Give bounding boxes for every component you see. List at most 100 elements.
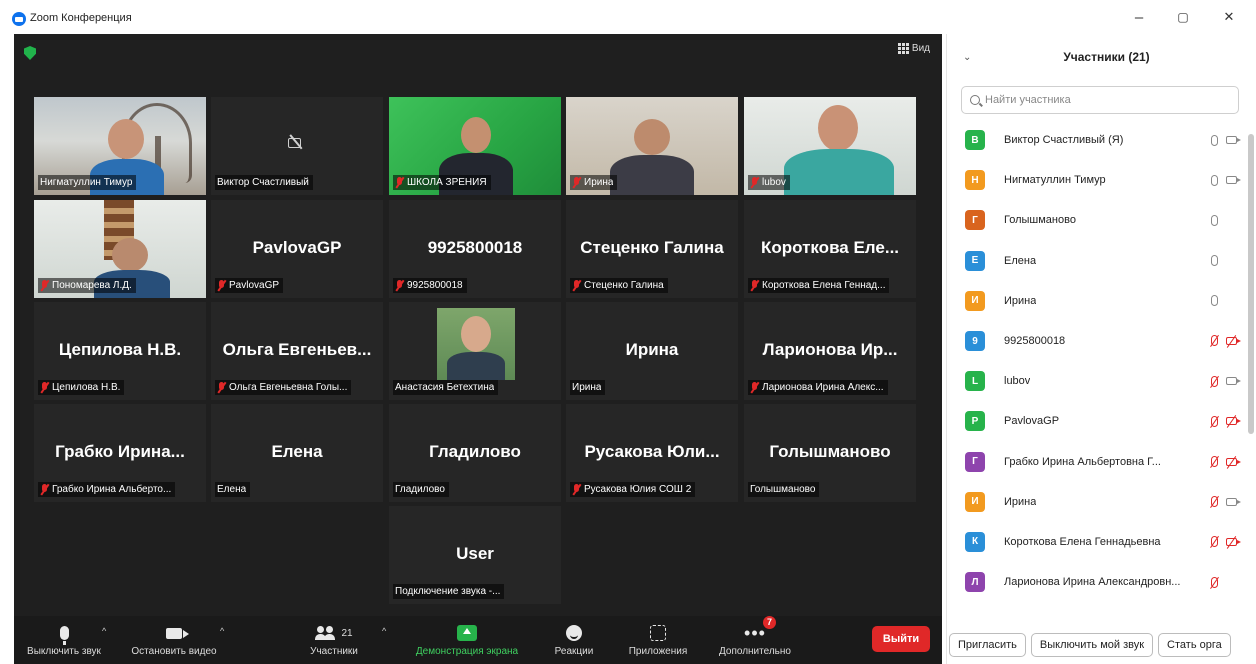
participant-row[interactable]: Llubov	[947, 361, 1247, 401]
participant-name: Ирина	[1004, 495, 1037, 508]
tile-name-label: Ларионова Ирина Алекс...	[748, 380, 888, 395]
video-options-caret[interactable]: ^	[220, 626, 224, 636]
avatar: Л	[965, 572, 985, 593]
avatar: И	[965, 290, 985, 311]
camera-off-icon	[1226, 417, 1241, 426]
participant-status-icons	[1211, 200, 1241, 240]
share-screen-button[interactable]: Демонстрация экрана	[404, 616, 530, 664]
video-tile[interactable]: Короткова Еле... Короткова Елена Геннад..…	[744, 200, 916, 298]
tile-label-text: Анастасия Бетехтина	[395, 382, 495, 393]
video-tile[interactable]: Нигматуллин Тимур	[34, 97, 206, 195]
close-button[interactable]: ✕	[1214, 6, 1244, 28]
participants-button[interactable]: 21 Участники	[300, 616, 368, 664]
video-tile[interactable]: Стеценко Галина Стеценко Галина	[566, 200, 738, 298]
muted-mic-icon	[217, 382, 226, 393]
apps-button[interactable]: Приложения	[618, 616, 698, 664]
participant-row[interactable]: И Ирина	[947, 482, 1247, 522]
participant-row[interactable]: 9 9925800018	[947, 321, 1247, 361]
tile-label-text: Пономарева Л.Д.	[52, 280, 132, 291]
video-tile[interactable]: Ирина	[566, 97, 738, 195]
participant-row[interactable]: К Короткова Елена Геннадьевна	[947, 522, 1247, 562]
participant-row[interactable]: В Виктор Счастливый (Я)	[947, 120, 1247, 160]
muted-mic-icon	[40, 484, 49, 495]
security-shield-icon[interactable]	[24, 46, 36, 60]
camera-off-icon	[1226, 336, 1241, 345]
video-tile[interactable]: Виктор Счастливый	[211, 97, 383, 195]
video-tile[interactable]: Цепилова Н.В. Цепилова Н.В.	[34, 302, 206, 400]
participants-options-caret[interactable]: ^	[382, 626, 386, 636]
more-button[interactable]: ••• 7 Дополнительно	[706, 616, 804, 664]
tile-center-name: Цепилова Н.В.	[58, 340, 182, 359]
scrollbar-thumb[interactable]	[1248, 134, 1254, 434]
muted-mic-icon	[750, 177, 759, 188]
tile-label-text: Цепилова Н.В.	[52, 382, 121, 393]
tile-label-text: Короткова Елена Геннад...	[762, 280, 886, 291]
mute-me-button[interactable]: Выключить мой звук	[1030, 633, 1154, 657]
video-tile[interactable]: Ларионова Ир... Ларионова Ирина Алекс...	[744, 302, 916, 400]
search-input[interactable]	[985, 94, 1225, 106]
participant-row[interactable]: Г Грабко Ирина Альбертовна Г...	[947, 442, 1247, 482]
tile-center-name: Короткова Еле...	[760, 238, 900, 257]
participant-row[interactable]: Е Елена	[947, 241, 1247, 281]
mic-muted-icon	[1211, 335, 1218, 347]
video-tile[interactable]: Ольга Евгеньев... Ольга Евгеньевна Голы..…	[211, 302, 383, 400]
mute-button[interactable]: Выключить звук	[18, 616, 110, 664]
video-tile[interactable]: ШКОЛА ЗРЕНИЯ	[389, 97, 561, 195]
video-tile[interactable]: User Подключение звука -...	[389, 506, 561, 604]
tile-name-label: Подключение звука -...	[393, 584, 505, 599]
avatar: 9	[965, 331, 985, 352]
muted-mic-icon	[217, 280, 226, 291]
video-tile[interactable]: Грабко Ирина... Грабко Ирина Альберто...	[34, 404, 206, 502]
camera-off-icon	[1226, 537, 1241, 546]
restore-button[interactable]: ▢	[1168, 6, 1198, 28]
more-dots-icon: •••	[744, 623, 766, 643]
tile-name-label: Стеценко Галина	[570, 278, 668, 293]
tile-label-text: lubov	[762, 177, 786, 188]
video-tile[interactable]: Пономарева Л.Д.	[34, 200, 206, 298]
video-tile[interactable]: Анастасия Бетехтина	[389, 302, 561, 400]
video-tile[interactable]: lubov	[744, 97, 916, 195]
leave-button[interactable]: Выйти	[872, 626, 930, 652]
video-tile[interactable]: Голышманово Голышманово	[744, 404, 916, 502]
participant-row[interactable]: Г Голышманово	[947, 200, 1247, 240]
tile-name-label: PavlovaGP	[215, 278, 284, 293]
stop-video-button[interactable]: Остановить видео	[122, 616, 226, 664]
reactions-button[interactable]: Реакции	[546, 616, 602, 664]
muted-mic-icon	[395, 280, 404, 291]
participant-status-icons	[1211, 442, 1241, 482]
video-tile[interactable]: Ирина Ирина	[566, 302, 738, 400]
participant-row[interactable]: P PavlovaGP	[947, 401, 1247, 441]
avatar: Н	[965, 170, 985, 191]
muted-mic-icon	[40, 382, 49, 393]
video-off-icon	[287, 135, 305, 149]
minimize-button[interactable]: –	[1124, 6, 1154, 28]
participant-row[interactable]	[947, 602, 1247, 610]
smiley-icon	[566, 625, 582, 641]
participant-name: Виктор Счастливый (Я)	[1004, 134, 1124, 147]
video-tile[interactable]: PavlovaGP PavlovaGP	[211, 200, 383, 298]
participant-search[interactable]	[961, 86, 1239, 114]
tile-name-label: lubov	[748, 175, 790, 190]
video-tile[interactable]: 9925800018 9925800018	[389, 200, 561, 298]
tile-name-label: Пономарева Л.Д.	[38, 278, 136, 293]
participant-row[interactable]: Н Нигматуллин Тимур	[947, 160, 1247, 200]
avatar: Е	[965, 250, 985, 271]
participants-title: Участники (21)	[1063, 50, 1150, 64]
video-tile[interactable]: Русакова Юли... Русакова Юлия СОШ 2	[566, 404, 738, 502]
participant-row[interactable]: Л Ларионова Ирина Александровн...	[947, 562, 1247, 602]
audio-options-caret[interactable]: ^	[102, 626, 106, 636]
participant-name: lubov	[1004, 375, 1031, 388]
become-host-button[interactable]: Стать орга	[1158, 633, 1231, 657]
participant-name: Голышманово	[1004, 214, 1076, 227]
video-tile[interactable]: Елена Елена	[211, 404, 383, 502]
tile-center-name: 9925800018	[427, 238, 523, 257]
participant-name: Нигматуллин Тимур	[1004, 174, 1106, 187]
participant-row[interactable]: И Ирина	[947, 281, 1247, 321]
tile-name-label: 9925800018	[393, 278, 467, 293]
video-tile[interactable]: Гладилово Гладилово	[389, 404, 561, 502]
participant-list-scrollbar[interactable]	[1248, 120, 1254, 610]
tile-label-text: Ирина	[572, 382, 602, 393]
participant-status-icons	[1211, 522, 1241, 562]
invite-button[interactable]: Пригласить	[949, 633, 1026, 657]
view-button[interactable]: Вид	[897, 43, 930, 54]
